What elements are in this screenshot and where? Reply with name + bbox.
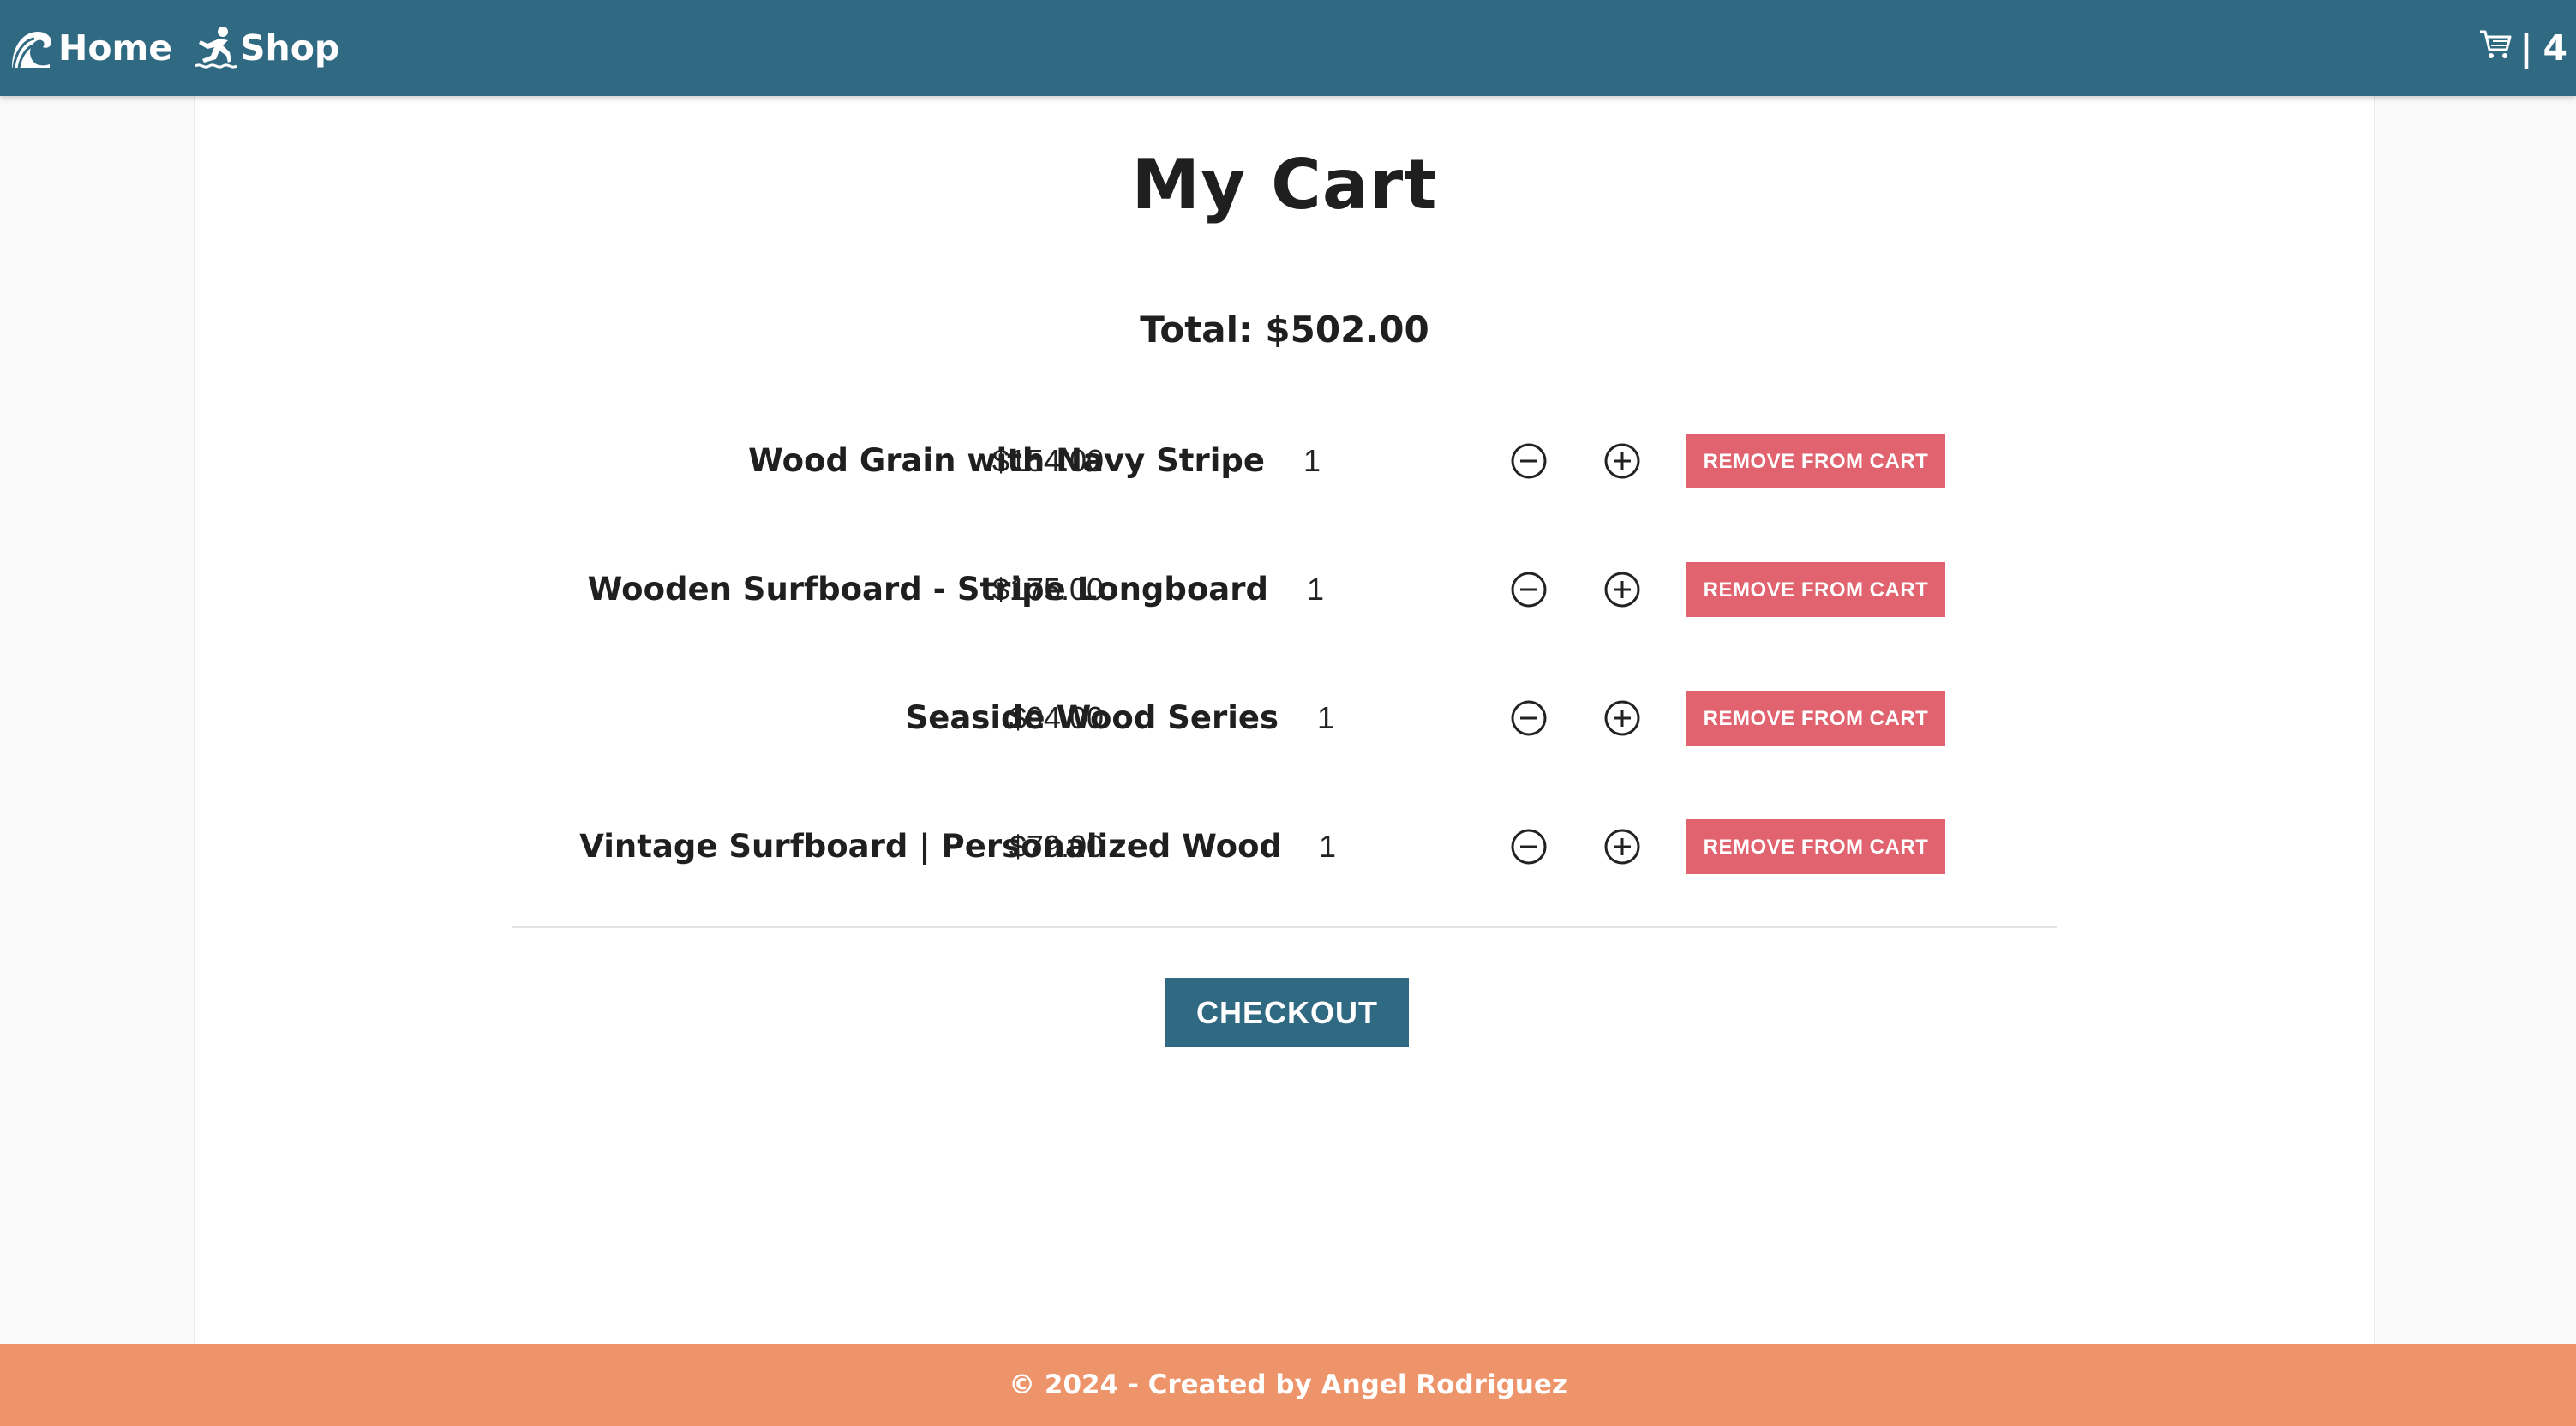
- item-price: $94.00: [1009, 700, 1104, 735]
- cart-count: 4: [2543, 27, 2567, 69]
- cart-icon: [2478, 27, 2513, 69]
- cart-total: Total: $502.00: [1140, 309, 1429, 351]
- remove-from-cart-button[interactable]: REMOVE FROM CART: [1686, 819, 1945, 874]
- cart-item-row: Wooden Surfboard - Stripe Longboard 1 $1…: [195, 562, 2374, 617]
- cart-item-row: Vintage Surfboard | Personalized Wood 1 …: [195, 819, 2374, 874]
- nav-home-link[interactable]: Home: [9, 0, 172, 96]
- item-name: Wooden Surfboard - Stripe Longboard: [587, 571, 1268, 608]
- divider: [512, 926, 2057, 928]
- checkout-button[interactable]: CHECKOUT: [1165, 978, 1409, 1047]
- nav-shop-link[interactable]: Shop: [194, 0, 339, 96]
- remove-from-cart-button[interactable]: REMOVE FROM CART: [1686, 562, 1945, 617]
- wave-icon: [9, 25, 55, 71]
- item-quantity: 1: [1307, 572, 1325, 607]
- decrease-quantity-icon[interactable]: [1510, 828, 1548, 866]
- item-quantity: 1: [1303, 443, 1321, 478]
- nav-cart-link[interactable]: | 4: [2478, 0, 2567, 96]
- cart-separator: |: [2519, 27, 2533, 69]
- item-quantity: 1: [1317, 700, 1335, 735]
- decrease-quantity-icon[interactable]: [1510, 571, 1548, 608]
- cart-container: My Cart Total: $502.00 Wood Grain with N…: [194, 96, 2375, 1344]
- footer-credit: © 2024 - Created by Angel Rodriguez: [1009, 1369, 1567, 1400]
- item-price: $175.00: [991, 572, 1104, 607]
- remove-from-cart-button[interactable]: REMOVE FROM CART: [1686, 691, 1945, 746]
- cart-item-row: Seaside Wood Series 1 $94.00 REMOVE FROM…: [195, 691, 2374, 746]
- navbar: Home Shop | 4: [0, 0, 2576, 96]
- decrease-quantity-icon[interactable]: [1510, 699, 1548, 737]
- item-price: $79.00: [1009, 829, 1104, 864]
- increase-quantity-icon[interactable]: [1603, 828, 1641, 866]
- nav-shop-label: Shop: [240, 27, 340, 69]
- increase-quantity-icon[interactable]: [1603, 571, 1641, 608]
- page-title: My Cart: [1131, 145, 1438, 225]
- surfer-icon: [194, 25, 237, 71]
- item-name: Vintage Surfboard | Personalized Wood: [579, 828, 1282, 865]
- nav-home-label: Home: [58, 27, 173, 69]
- item-quantity: 1: [1319, 829, 1337, 864]
- item-price: $154.00: [991, 443, 1104, 478]
- footer: © 2024 - Created by Angel Rodriguez: [0, 1344, 2576, 1426]
- increase-quantity-icon[interactable]: [1603, 699, 1641, 737]
- remove-from-cart-button[interactable]: REMOVE FROM CART: [1686, 434, 1945, 488]
- increase-quantity-icon[interactable]: [1603, 442, 1641, 480]
- cart-item-row: Wood Grain with Navy Stripe 1 $154.00 RE…: [195, 434, 2374, 488]
- decrease-quantity-icon[interactable]: [1510, 442, 1548, 480]
